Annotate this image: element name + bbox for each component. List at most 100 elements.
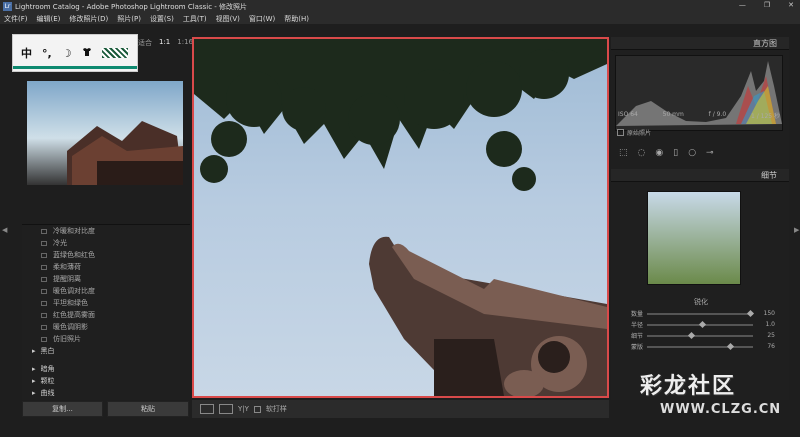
sharpen-label: 锐化 xyxy=(694,298,708,306)
soft-proof-checkbox[interactable] xyxy=(253,405,261,413)
adjustment-brush-icon[interactable]: ⊸ xyxy=(706,148,714,158)
left-panel-toggle-icon[interactable]: ◀ xyxy=(2,226,7,234)
main-photo[interactable] xyxy=(192,37,609,398)
presets-panel: 冷暖和对比度 冷光 蓝绿色和红色 柔和薄荷 提醒阴离 暖色调对比度 平坦和绿色 … xyxy=(22,224,190,400)
menu-file[interactable]: 文件(F) xyxy=(4,14,28,24)
minimize-button[interactable]: — xyxy=(739,1,746,9)
preset-folder[interactable]: ▸ 颗粒 xyxy=(22,375,190,387)
menu-help[interactable]: 帮助(H) xyxy=(284,14,309,24)
menu-tools[interactable]: 工具(T) xyxy=(183,14,207,24)
preset-item[interactable]: 冷暖和对比度 xyxy=(22,225,190,237)
preset-item[interactable]: 柔和薄荷 xyxy=(22,261,190,273)
slider-row: 数量 150 xyxy=(630,309,775,318)
menu-settings[interactable]: 设置(S) xyxy=(150,14,174,24)
before-after-icon[interactable] xyxy=(219,404,233,414)
loupe-view-icon[interactable] xyxy=(200,404,214,414)
preset-item[interactable]: 仿旧照片 xyxy=(22,333,190,345)
slider-thumb[interactable] xyxy=(726,342,734,350)
detail-preview[interactable] xyxy=(647,191,741,285)
radial-filter-icon[interactable]: ○ xyxy=(688,148,696,158)
preset-folder[interactable]: ▸ 暗角 xyxy=(22,363,190,375)
zoom-fit[interactable]: 适合 xyxy=(138,38,152,48)
triangle-right-icon: ▸ xyxy=(32,377,36,385)
copy-settings-button[interactable]: 复制... xyxy=(22,401,103,417)
preset-icon xyxy=(41,336,47,342)
preset-icon xyxy=(41,240,47,246)
preset-item[interactable]: 暖色调阴影 xyxy=(22,321,190,333)
watermark-url: WWW.CLZG.CN xyxy=(660,402,782,417)
close-button[interactable]: ✕ xyxy=(788,1,794,9)
slider-row: 蒙版 76 xyxy=(630,342,775,351)
menu-window[interactable]: 窗口(W) xyxy=(249,14,275,24)
spot-removal-icon[interactable]: ◌ xyxy=(638,148,646,158)
tool-strip: ⬚ ◌ ◉ ▯ ○ ⊸ xyxy=(615,145,783,161)
menu-develop[interactable]: 修改照片(D) xyxy=(69,14,108,24)
watermark-brand: 彩龙社区 xyxy=(640,373,737,399)
zoom-1-1[interactable]: 1:1 xyxy=(159,38,170,48)
masking-slider[interactable] xyxy=(647,342,753,350)
preset-item[interactable]: 平坦和绿色 xyxy=(22,297,190,309)
radius-slider[interactable] xyxy=(647,320,753,328)
left-panel-buttons: 复制... 粘贴 xyxy=(22,401,189,417)
detail-slider[interactable] xyxy=(647,331,753,339)
graduated-filter-icon[interactable]: ▯ xyxy=(673,148,678,158)
right-panel: 直方图 ISO 64 50 mm f / 9.0 1 / 125 秒 原始照片 … xyxy=(611,37,789,400)
menu-edit[interactable]: 编辑(E) xyxy=(37,14,61,24)
crop-icon[interactable]: ⬚ xyxy=(619,148,628,158)
navigator-preview[interactable] xyxy=(27,81,183,185)
preset-folder[interactable]: ▸ 曲线 xyxy=(22,387,190,399)
moon-icon[interactable]: ☽ xyxy=(62,47,72,60)
histogram-header[interactable]: 直方图 xyxy=(611,37,789,50)
preset-item[interactable]: 蓝绿色和红色 xyxy=(22,249,190,261)
navigator-header: 适合 1:1 1:16 xyxy=(138,38,193,48)
shirt-icon[interactable] xyxy=(82,47,92,60)
aperture-value: f / 9.0 xyxy=(708,111,727,118)
before-after-yy-button[interactable]: Y|Y xyxy=(238,405,249,413)
ime-mode[interactable]: 中 xyxy=(21,45,32,61)
preset-item[interactable]: 红色提高雾面 xyxy=(22,309,190,321)
preset-icon xyxy=(41,288,47,294)
ime-accent-bar xyxy=(13,66,137,69)
right-panel-toggle-icon[interactable]: ▶ xyxy=(794,226,799,234)
bottom-toolbar: Y|Y 软打样 xyxy=(192,400,609,418)
menu-photo[interactable]: 照片(P) xyxy=(117,14,141,24)
preset-icon xyxy=(41,312,47,318)
original-photo-checkbox[interactable] xyxy=(617,129,624,136)
iso-value: ISO 64 xyxy=(618,111,638,118)
triangle-right-icon: ▸ xyxy=(32,365,36,373)
slider-row: 细节 25 xyxy=(630,331,775,340)
preset-item[interactable]: 冷光 xyxy=(22,237,190,249)
red-eye-icon[interactable]: ◉ xyxy=(655,148,663,158)
amount-slider[interactable] xyxy=(647,309,754,317)
slider-thumb[interactable] xyxy=(688,331,696,339)
sharpening-panel: 锐化 数量 150 半径 1.0 细节 25 蒙版 76 xyxy=(615,297,787,352)
ime-toolbar: 中 °, ☽ xyxy=(12,34,138,72)
detail-section: 细节 xyxy=(611,169,789,182)
preset-item[interactable]: 暖色调对比度 xyxy=(22,285,190,297)
maximize-button[interactable]: ❐ xyxy=(764,1,770,9)
preset-icon xyxy=(41,252,47,258)
ime-skin-icon[interactable] xyxy=(101,48,128,58)
menu-bar: 文件(F) 编辑(E) 修改照片(D) 照片(P) 设置(S) 工具(T) 视图… xyxy=(0,13,800,24)
detail-header[interactable]: 细节 xyxy=(611,169,789,182)
preset-item[interactable]: 提醒阴离 xyxy=(22,273,190,285)
window-title: Lightroom Catalog - Adobe Photoshop Ligh… xyxy=(15,2,248,11)
lightroom-logo-icon: Lr xyxy=(3,2,12,11)
window-controls: — ❐ ✕ xyxy=(739,1,794,9)
preset-icon xyxy=(41,264,47,270)
preset-icon xyxy=(41,228,47,234)
preset-icon xyxy=(41,324,47,330)
title-bar: Lr Lightroom Catalog - Adobe Photoshop L… xyxy=(0,0,800,13)
triangle-right-icon: ▸ xyxy=(32,347,36,355)
soft-proof-label: 软打样 xyxy=(265,405,287,413)
exif-info: ISO 64 50 mm f / 9.0 1 / 125 秒 xyxy=(615,111,783,120)
zoom-1-16[interactable]: 1:16 xyxy=(177,38,193,48)
paste-settings-button[interactable]: 粘贴 xyxy=(107,401,189,417)
watermark: 彩龙社区 WWW.CLZG.CN xyxy=(620,368,800,437)
menu-view[interactable]: 视图(V) xyxy=(216,14,240,24)
preset-folder-bw[interactable]: ▸ 黑白 xyxy=(22,345,190,357)
slider-thumb[interactable] xyxy=(698,320,707,328)
ime-punct[interactable]: °, xyxy=(42,47,52,60)
slider-row: 半径 1.0 xyxy=(630,320,775,329)
original-photo-toggle[interactable]: 原始照片 xyxy=(617,128,651,137)
